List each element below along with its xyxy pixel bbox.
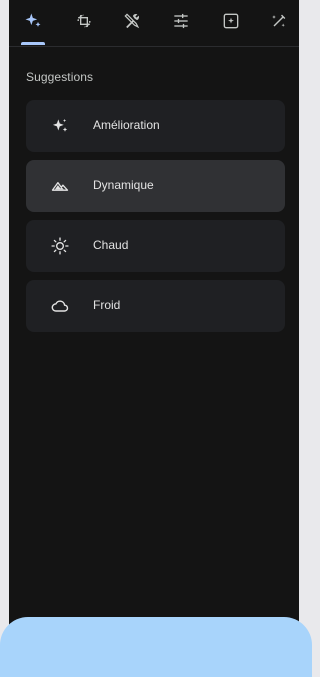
suggestion-chaud[interactable]: Chaud (26, 220, 285, 272)
cloud-icon (50, 296, 70, 316)
tab-tools[interactable] (120, 11, 144, 35)
suggestion-label: Amélioration (93, 118, 160, 132)
suggestion-froid[interactable]: Froid (26, 280, 285, 332)
suggestion-dynamique[interactable]: Dynamique (26, 160, 285, 212)
sparkle-icon (23, 11, 43, 36)
tab-crop[interactable] (72, 11, 96, 35)
suggestion-amelioration[interactable]: Amélioration (26, 100, 285, 152)
editor-panel: Suggestions Amélioration Dynamique Chaud… (9, 0, 299, 633)
tab-suggestions[interactable] (21, 11, 45, 35)
active-tab-indicator (21, 42, 45, 45)
sliders-icon (171, 11, 191, 36)
tab-adjust[interactable] (169, 11, 193, 35)
mountain-icon (50, 176, 70, 196)
tools-icon (122, 11, 142, 36)
sparkle-icon (50, 116, 70, 136)
bottom-sheet[interactable] (0, 617, 312, 677)
tool-tabs (9, 0, 299, 47)
suggestion-label: Chaud (93, 238, 129, 252)
crop-rotate-icon (74, 11, 94, 36)
tab-filters[interactable] (219, 11, 243, 35)
section-title: Suggestions (26, 70, 94, 84)
suggestion-label: Froid (93, 298, 121, 312)
suggestion-label: Dynamique (93, 178, 154, 192)
tab-markup[interactable] (267, 11, 291, 35)
filter-icon (221, 11, 241, 36)
magic-pen-icon (269, 11, 289, 36)
sun-icon (50, 236, 70, 256)
